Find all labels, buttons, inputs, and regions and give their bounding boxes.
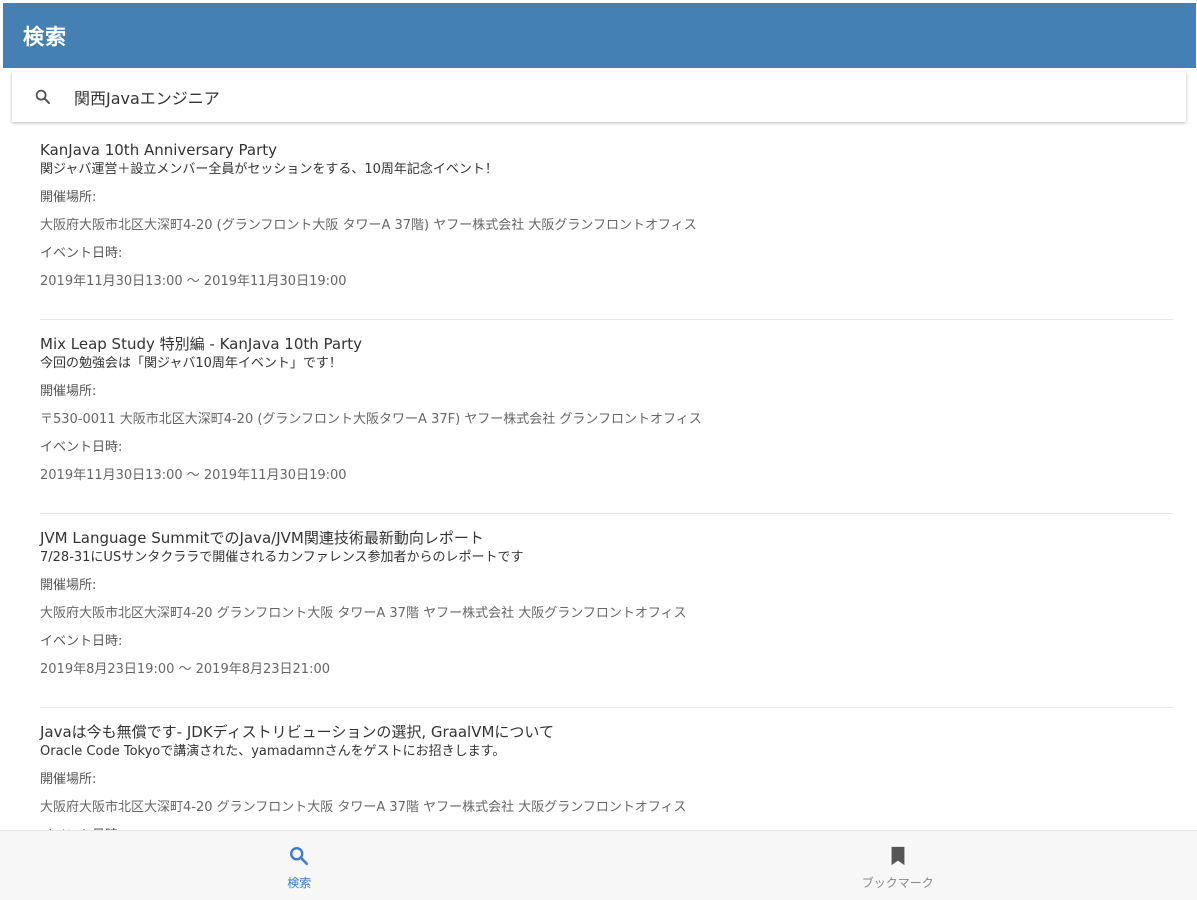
datetime-label: イベント日時: (40, 634, 123, 649)
event-description: 今回の勉強会は「関ジャバ10周年イベント」です！ (40, 356, 342, 371)
app-root: 検索 KanJava 10th Anniversary Party 関ジャバ運営… (0, 0, 1197, 900)
venue-value: 大阪府大阪市北区大深町4-20 グランフロント大阪 タワーA 37階 ヤフー株式… (40, 800, 687, 815)
venue-value: 〒530-0011 大阪市北区大深町4-20 (グランフロント大阪タワーA 37… (40, 412, 702, 427)
venue-label: 開催場所: (40, 772, 97, 787)
event-item[interactable]: Mix Leap Study 特別編 - KanJava 10th Party … (40, 320, 1173, 514)
bottom-navigation: 検索 ブックマーク (0, 830, 1197, 900)
search-icon (32, 86, 54, 108)
event-title: JVM Language SummitでのJava/JVM関連技術最新動向レポー… (40, 529, 484, 547)
datetime-value: 2019年11月30日13:00 ～ 2019年11月30日19:00 (40, 468, 347, 483)
app-header: 検索 (3, 3, 1196, 68)
venue-value: 大阪府大阪市北区大深町4-20 (グランフロント大阪 タワーA 37階) ヤフー… (40, 218, 697, 233)
event-item[interactable]: JVM Language SummitでのJava/JVM関連技術最新動向レポー… (40, 514, 1173, 708)
tab-bookmark-label: ブックマーク (861, 876, 934, 890)
tab-search-label: 検索 (287, 876, 312, 890)
event-item[interactable]: KanJava 10th Anniversary Party 関ジャバ運営＋設立… (40, 126, 1173, 320)
event-title: Javaは今も無償です- JDKディストリビューションの選択, GraalVMに… (40, 723, 554, 741)
datetime-label: イベント日時: (40, 246, 123, 261)
datetime-value: 2019年11月30日13:00 ～ 2019年11月30日19:00 (40, 274, 347, 289)
event-description: 7/28-31にUSサンタクララで開催されるカンファレンス参加者からのレポートで… (40, 550, 524, 565)
tab-bookmark[interactable]: ブックマーク (599, 831, 1197, 900)
tab-search[interactable]: 検索 (0, 831, 599, 900)
event-description: Oracle Code Tokyoで講演された、yamadamnさんをゲストにお… (40, 744, 506, 759)
event-title: KanJava 10th Anniversary Party (40, 141, 277, 159)
event-list[interactable]: KanJava 10th Anniversary Party 関ジャバ運営＋設立… (0, 126, 1197, 830)
event-item[interactable]: Javaは今も無償です- JDKディストリビューションの選択, GraalVMに… (40, 708, 1173, 830)
datetime-label: イベント日時: (40, 440, 123, 455)
venue-value: 大阪府大阪市北区大深町4-20 グランフロント大阪 タワーA 37階 ヤフー株式… (40, 606, 687, 621)
search-bar[interactable] (12, 72, 1186, 122)
event-description: 関ジャバ運営＋設立メンバー全員がセッションをする、10周年記念イベント！ (40, 162, 498, 177)
search-input[interactable] (74, 82, 1074, 112)
datetime-value: 2019年8月23日19:00 ～ 2019年8月23日21:00 (40, 662, 330, 677)
search-icon (287, 844, 311, 868)
venue-label: 開催場所: (40, 190, 97, 205)
page-title: 検索 (23, 24, 67, 49)
event-title: Mix Leap Study 特別編 - KanJava 10th Party (40, 335, 363, 353)
venue-label: 開催場所: (40, 578, 97, 593)
bookmark-icon (886, 844, 910, 868)
venue-label: 開催場所: (40, 384, 97, 399)
